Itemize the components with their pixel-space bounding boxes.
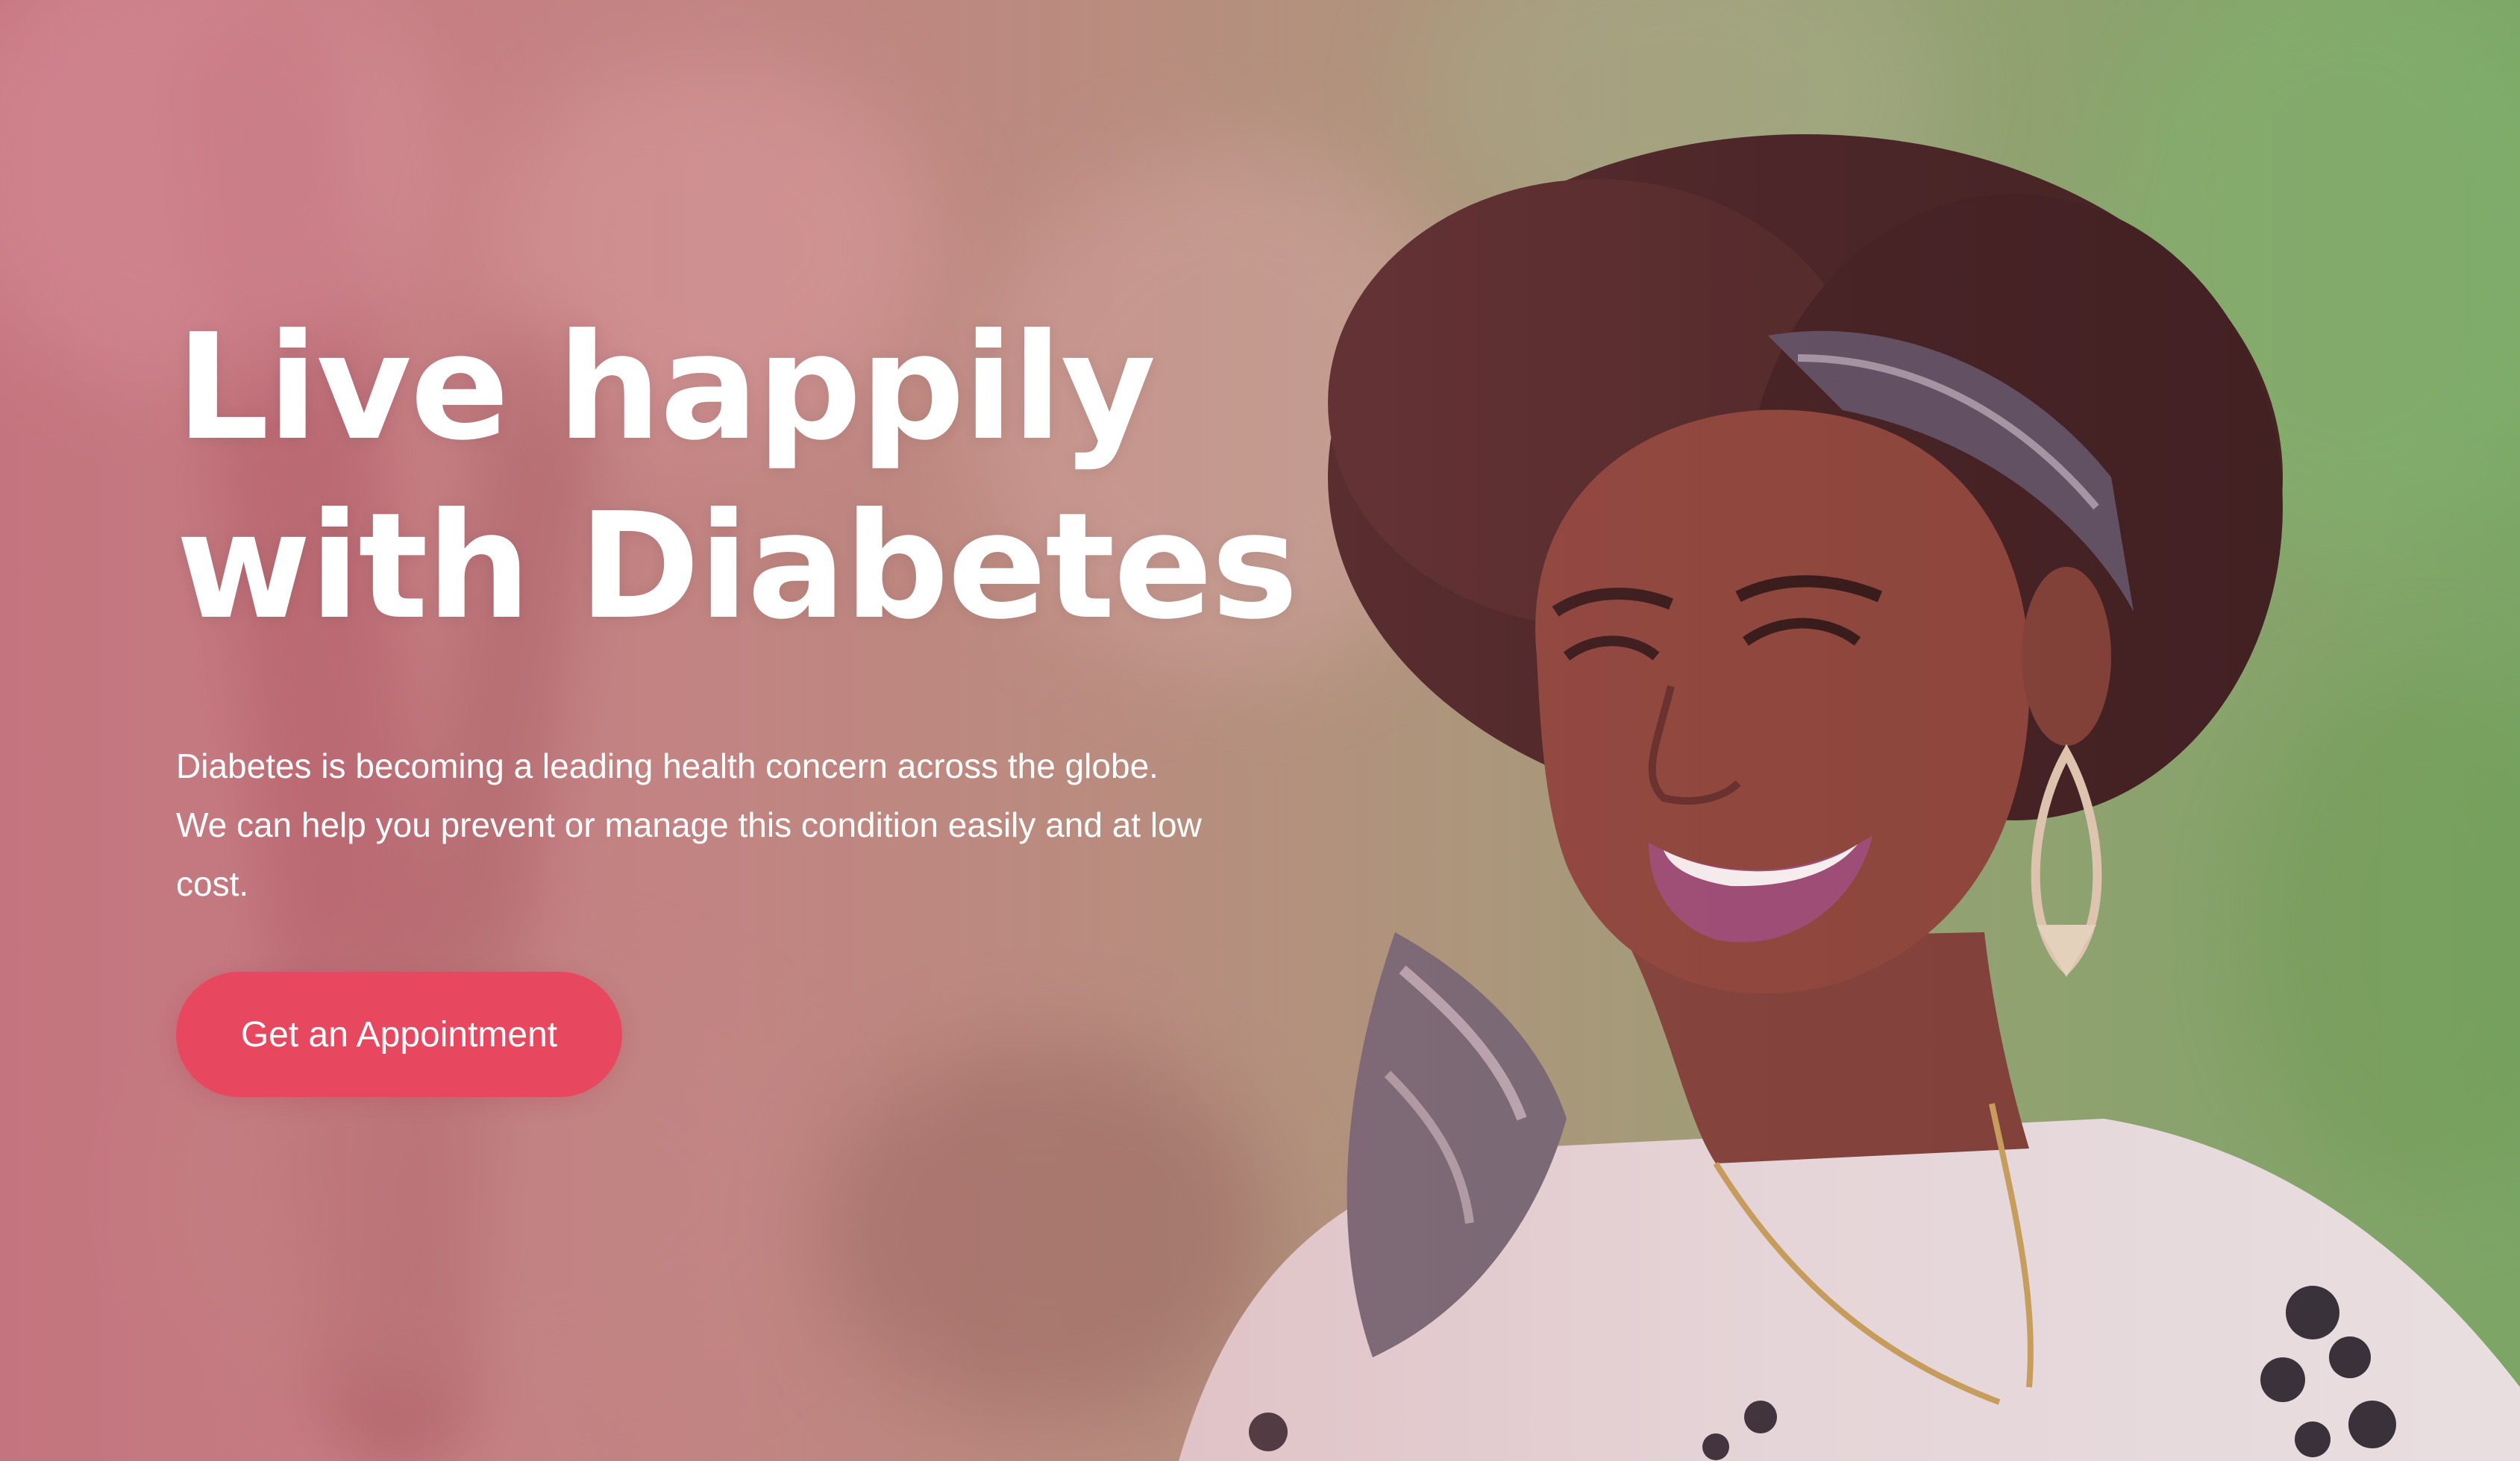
hero-headline: Live happily with Diabetes (176, 298, 1298, 656)
headline-line-1: Live happily (176, 303, 1156, 473)
headline-line-2: with Diabetes (176, 482, 1298, 652)
hero-description: Diabetes is becoming a leading health co… (176, 747, 1202, 903)
get-appointment-button[interactable]: Get an Appointment (176, 972, 622, 1097)
hero-section: Live happily with Diabetes Diabetes is b… (0, 0, 2520, 1461)
hero-content: Live happily with Diabetes Diabetes is b… (176, 298, 1298, 1097)
